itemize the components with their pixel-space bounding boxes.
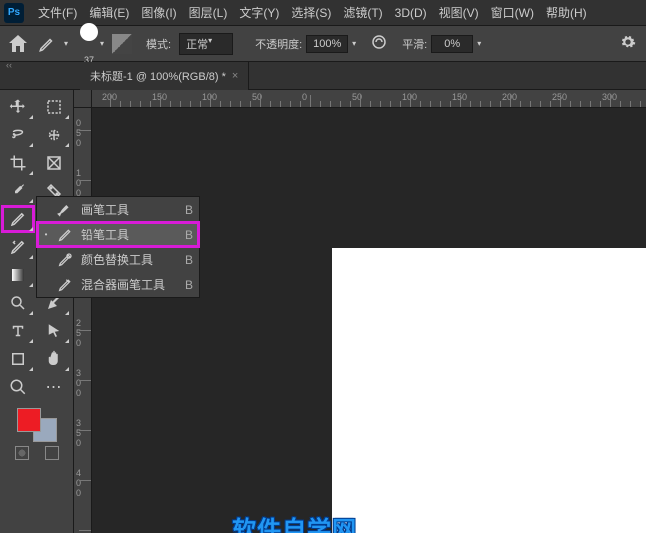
tool-icon bbox=[57, 252, 73, 268]
flyout-shortcut: B bbox=[185, 228, 193, 242]
menu-edit[interactable]: 编辑(E) bbox=[83, 4, 135, 21]
bullet-icon: • bbox=[43, 230, 49, 239]
document-tab[interactable]: 未标题-1 @ 100%(RGB/8) * × bbox=[80, 62, 249, 90]
menu-filter[interactable]: 滤镜(T) bbox=[337, 4, 388, 21]
brush-dropdown-icon[interactable]: ▾ bbox=[100, 39, 104, 48]
tool-icon bbox=[57, 227, 73, 243]
flyout-label: 画笔工具 bbox=[81, 201, 165, 218]
menu-file[interactable]: 文件(F) bbox=[32, 4, 83, 21]
flyout-label: 铅笔工具 bbox=[81, 226, 165, 243]
zoom-tool[interactable] bbox=[2, 374, 34, 400]
flyout-item-2[interactable]: 颜色替换工具 B bbox=[37, 247, 199, 272]
opacity-dropdown-icon[interactable]: ▾ bbox=[352, 39, 356, 48]
menu-select[interactable]: 选择(S) bbox=[285, 4, 337, 21]
watermark: 软件自学网 WWW.RJZXW.COM bbox=[227, 518, 362, 533]
quick-select-tool[interactable] bbox=[38, 122, 70, 148]
lasso-tool[interactable] bbox=[2, 122, 34, 148]
gear-icon[interactable] bbox=[620, 34, 636, 53]
tab-title: 未标题-1 @ 100%(RGB/8) * bbox=[90, 68, 226, 84]
flyout-label: 颜色替换工具 bbox=[81, 251, 165, 268]
quick-mask-icon[interactable] bbox=[15, 446, 29, 460]
close-icon[interactable]: × bbox=[232, 70, 238, 82]
toolbox: ⋯ bbox=[0, 90, 74, 533]
menu-help[interactable]: 帮助(H) bbox=[540, 4, 593, 21]
collapse-chevron-icon[interactable]: ‹‹ bbox=[6, 60, 12, 70]
color-swatches[interactable] bbox=[2, 408, 71, 460]
app-logo: Ps bbox=[4, 3, 24, 23]
options-bar: ▾ 37 ▾ 模式: 正常 ▾ 不透明度: 100% ▾ 平滑: 0% ▾ bbox=[0, 26, 646, 62]
brush-tool[interactable] bbox=[2, 206, 34, 232]
edit-toolbar[interactable]: ⋯ bbox=[38, 374, 70, 400]
screen-mode-icon[interactable] bbox=[45, 446, 59, 460]
current-tool-icon[interactable] bbox=[34, 31, 60, 57]
canvas[interactable] bbox=[332, 248, 646, 533]
menu-3d[interactable]: 3D(D) bbox=[389, 6, 433, 20]
menu-window[interactable]: 窗口(W) bbox=[485, 4, 540, 21]
dodge-tool[interactable] bbox=[2, 290, 34, 316]
smooth-label: 平滑: bbox=[402, 36, 427, 52]
home-icon[interactable] bbox=[6, 32, 30, 56]
ruler-vertical[interactable]: 050100150200250300350400 bbox=[74, 108, 92, 533]
gradient-tool[interactable] bbox=[2, 262, 34, 288]
workspace: 20015010050050100150200250300 0501001502… bbox=[74, 90, 646, 533]
document-tab-bar: 未标题-1 @ 100%(RGB/8) * × bbox=[0, 62, 646, 90]
flyout-item-0[interactable]: 画笔工具 B bbox=[37, 197, 199, 222]
flyout-item-3[interactable]: 混合器画笔工具 B bbox=[37, 272, 199, 297]
brush-tool-flyout: 画笔工具 B• 铅笔工具 B 颜色替换工具 B 混合器画笔工具 B bbox=[36, 196, 200, 298]
smooth-input[interactable]: 0% bbox=[431, 35, 473, 53]
history-brush-tool[interactable] bbox=[2, 234, 34, 260]
tool-icon bbox=[57, 277, 73, 293]
path-select-tool[interactable] bbox=[38, 318, 70, 344]
flyout-shortcut: B bbox=[185, 203, 193, 217]
crop-tool[interactable] bbox=[2, 150, 34, 176]
flyout-shortcut: B bbox=[185, 278, 193, 292]
menu-image[interactable]: 图像(I) bbox=[135, 4, 182, 21]
shape-tool[interactable] bbox=[2, 346, 34, 372]
frame-tool[interactable] bbox=[38, 150, 70, 176]
fg-color-swatch[interactable] bbox=[17, 408, 41, 432]
flyout-shortcut: B bbox=[185, 253, 193, 267]
main-area: ⋯ 20015010050050100150200250300 05010015… bbox=[0, 90, 646, 533]
mode-label: 模式: bbox=[146, 36, 171, 52]
brush-circle-icon bbox=[80, 23, 98, 41]
ruler-corner bbox=[74, 90, 92, 108]
menu-layer[interactable]: 图层(L) bbox=[183, 4, 234, 21]
hand-tool[interactable] bbox=[38, 346, 70, 372]
smooth-dropdown-icon[interactable]: ▾ bbox=[477, 39, 481, 48]
opacity-input[interactable]: 100% bbox=[306, 35, 348, 53]
flyout-label: 混合器画笔工具 bbox=[81, 276, 165, 293]
opacity-label: 不透明度: bbox=[255, 36, 302, 52]
tool-preset-dropdown[interactable]: ▾ bbox=[64, 39, 68, 48]
flyout-item-1[interactable]: • 铅笔工具 B bbox=[37, 222, 199, 247]
tool-icon bbox=[57, 202, 73, 218]
eyedropper-tool[interactable] bbox=[2, 178, 34, 204]
type-tool[interactable] bbox=[2, 318, 34, 344]
menu-view[interactable]: 视图(V) bbox=[433, 4, 485, 21]
brush-preview[interactable]: 37 ▾ bbox=[80, 23, 104, 65]
brush-panel-icon[interactable] bbox=[112, 34, 132, 54]
move-tool[interactable] bbox=[2, 94, 34, 120]
canvas-area[interactable]: 软件自学网 WWW.RJZXW.COM bbox=[92, 108, 646, 533]
menu-type[interactable]: 文字(Y) bbox=[233, 4, 285, 21]
ruler-horizontal[interactable]: 20015010050050100150200250300 bbox=[92, 90, 646, 108]
mode-select[interactable]: 正常 ▾ bbox=[179, 33, 233, 55]
marquee-tool[interactable] bbox=[38, 94, 70, 120]
pressure-opacity-icon[interactable] bbox=[370, 33, 388, 54]
